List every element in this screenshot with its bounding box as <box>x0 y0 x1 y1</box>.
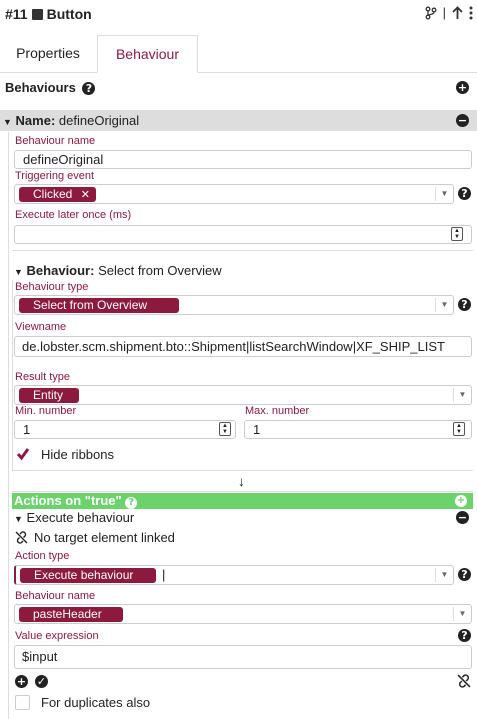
help-icon[interactable]: ? <box>125 497 138 509</box>
behaviour-type-select[interactable]: Select from Overview ▼ <box>14 295 454 315</box>
caret-down-icon[interactable]: ▼ <box>3 117 12 127</box>
behaviour-type-tag: Select from Overview <box>19 298 179 313</box>
spinner-icon[interactable]: ▲ ▼ <box>451 227 463 241</box>
square-icon <box>31 8 43 20</box>
help-icon[interactable]: ? <box>458 298 471 311</box>
behaviour-value: Select from Overview <box>98 263 222 278</box>
help-icon[interactable]: ? <box>458 187 471 200</box>
check-circle-icon[interactable]: ✓ <box>35 675 48 688</box>
more-vertical-icon[interactable] <box>469 6 473 20</box>
action-type-select[interactable]: Execute behaviour | ▼ <box>14 565 454 585</box>
behaviour-name-bar[interactable]: ▼ Name: defineOriginal − <box>0 110 477 131</box>
panel-title: #11 Button <box>5 6 92 22</box>
tree-guide-line <box>12 280 13 470</box>
behaviour-label: Behaviour: <box>26 263 95 278</box>
help-icon[interactable]: ? <box>458 568 471 581</box>
header-tools: | <box>425 5 473 20</box>
result-type-tag: Entity <box>19 388 79 403</box>
remove-action-button[interactable]: − <box>456 511 469 524</box>
behaviours-title: Behaviours <box>5 80 76 95</box>
chevron-down-icon[interactable]: ▼ <box>435 298 453 312</box>
unlink-icon <box>15 531 28 544</box>
max-number-input[interactable]: 1 <box>244 420 472 439</box>
viewname-input[interactable]: de.lobster.scm.shipment.bto::Shipment|li… <box>14 336 472 357</box>
behaviour-type-label: Behaviour type <box>15 281 89 293</box>
caret-down-icon[interactable]: ▼ <box>14 267 23 277</box>
divider <box>12 250 473 251</box>
tab-bar: Properties Behaviour <box>0 35 477 73</box>
actions-label: Actions on "true" <box>14 493 122 508</box>
spinner-icon[interactable]: ▲ ▼ <box>219 422 231 436</box>
add-action-button[interactable]: + <box>455 495 467 507</box>
caret-down-icon[interactable]: ▼ <box>14 514 23 524</box>
spinner-icon[interactable]: ▲ ▼ <box>453 422 465 436</box>
value-expression-label: Value expression <box>15 630 99 642</box>
behaviour-name-label: Behaviour name <box>15 590 96 602</box>
tab-behaviour[interactable]: Behaviour <box>97 35 198 73</box>
viewname-label: Viewname <box>15 321 67 333</box>
tab-properties[interactable]: Properties <box>0 35 96 73</box>
duplicates-checkbox[interactable] <box>15 695 30 710</box>
name-label: Name: <box>15 113 56 128</box>
action-type-tag: Execute behaviour <box>20 568 156 583</box>
arrow-down-icon: ↓ <box>238 473 245 489</box>
result-type-select[interactable]: Entity ▼ <box>14 385 472 405</box>
text-cursor: | <box>162 567 166 582</box>
component-type: Button <box>46 6 92 22</box>
execute-later-label: Execute later once (ms) <box>15 209 132 221</box>
chevron-down-icon[interactable]: ▼ <box>435 568 453 582</box>
plus-circle-icon[interactable]: + <box>15 675 28 688</box>
arrow-up-icon[interactable] <box>452 5 463 20</box>
triggering-event-label: Triggering event <box>15 170 95 182</box>
result-type-label: Result type <box>15 371 71 383</box>
divider <box>12 491 473 492</box>
hide-ribbons-label[interactable]: Hide ribbons <box>41 447 114 462</box>
execute-behaviour-label: Execute behaviour <box>26 510 135 525</box>
tree-guide-line <box>8 132 9 719</box>
behaviour-name-tag: pasteHeader <box>19 607 123 622</box>
execute-behaviour-header[interactable]: ▼ Execute behaviour <box>14 510 134 525</box>
divider <box>12 470 473 471</box>
behaviours-header: Behaviours ? + <box>0 77 477 99</box>
triggering-event-select[interactable]: Clicked ✕ ▼ <box>14 184 454 204</box>
duplicates-label[interactable]: For duplicates also <box>41 695 150 710</box>
panel-header: #11 Button | <box>0 0 477 32</box>
actions-true-bar: Actions on "true" ? + <box>12 493 473 509</box>
help-icon[interactable]: ? <box>458 629 471 642</box>
checkmark-icon[interactable] <box>16 447 30 461</box>
action-type-label: Action type <box>15 550 70 562</box>
behaviour-name-label: Behaviour name <box>15 135 96 147</box>
help-icon[interactable]: ? <box>82 82 96 95</box>
remove-behaviour-button[interactable]: − <box>456 114 469 127</box>
chevron-down-icon[interactable]: ▼ <box>453 607 471 621</box>
behaviour-name-select[interactable]: pasteHeader ▼ <box>14 604 472 624</box>
event-tag: Clicked ✕ <box>19 187 96 202</box>
execute-later-input[interactable] <box>14 225 472 244</box>
branch-icon[interactable] <box>425 6 437 20</box>
no-target-label: No target element linked <box>34 530 175 545</box>
chevron-down-icon[interactable]: ▼ <box>453 388 471 402</box>
name-value: defineOriginal <box>58 113 140 128</box>
close-icon[interactable]: ✕ <box>81 189 90 201</box>
separator-icon: | <box>442 5 446 20</box>
chevron-down-icon[interactable]: ▼ <box>435 187 453 201</box>
value-expression-input[interactable]: $input <box>14 645 472 669</box>
behaviour-section-header[interactable]: ▼ Behaviour: Select from Overview <box>14 263 222 278</box>
unlink-icon[interactable] <box>457 674 471 688</box>
min-number-input[interactable]: 1 <box>14 420 236 439</box>
min-number-label: Min. number <box>15 405 77 417</box>
element-id: #11 <box>5 6 28 22</box>
max-number-label: Max. number <box>245 405 310 417</box>
behaviour-name-input[interactable]: defineOriginal <box>14 150 472 169</box>
add-behaviour-button[interactable]: + <box>456 81 469 94</box>
